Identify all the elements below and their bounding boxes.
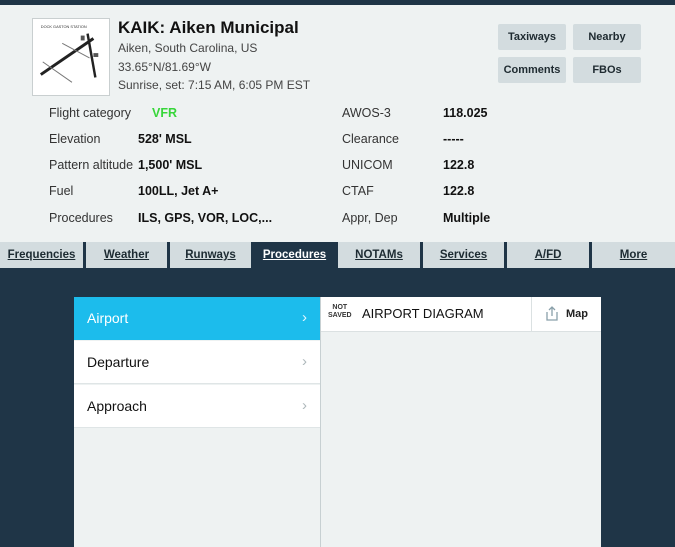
awos-value[interactable]: 118.025 [443,106,488,120]
tab-services[interactable]: Services [423,242,504,268]
not-saved-line-2: SAVED [328,312,352,319]
fuel-value: 100LL, Jet A+ [138,184,219,198]
clearance-label: Clearance [342,132,399,146]
comments-button[interactable]: Comments [498,57,566,83]
taxiways-button[interactable]: Taxiways [498,24,566,50]
pattern-altitude-label: Pattern altitude [49,158,134,172]
appr-dep-value: Multiple [443,211,491,225]
airport-diagram-row[interactable]: NOT SAVED AIRPORT DIAGRAM Map [321,297,601,332]
flight-category-label: Flight category [49,106,131,120]
not-saved-line-1: NOT [332,304,348,311]
tab-weather[interactable]: Weather [86,242,167,268]
procedure-item-departure[interactable]: Departure › [74,341,320,384]
share-icon [546,306,558,321]
procedure-category-list: Airport › Departure › Approach › [74,297,320,547]
airport-diagram-thumbnail[interactable]: DOCK GASTON STATION [32,18,110,96]
ctaf-value[interactable]: 122.8 [443,184,474,198]
chevron-right-icon: › [302,309,307,326]
procedure-document-list: NOT SAVED AIRPORT DIAGRAM Map [320,297,601,547]
flight-category-value: VFR [152,106,177,120]
procedure-item-label: Approach [87,398,147,414]
unicom-label: UNICOM [342,158,393,172]
map-button[interactable]: Map [531,297,601,331]
tab-afd[interactable]: A/FD [507,242,589,268]
chevron-right-icon: › [302,353,307,370]
airport-coordinates: 33.65°N/81.69°W [118,60,211,74]
ctaf-label: CTAF [342,184,374,198]
airport-header: DOCK GASTON STATION KAIK: Aiken Municipa… [0,5,675,242]
elevation-value: 528' MSL [138,132,192,146]
procedure-item-label: Airport [87,310,129,326]
map-label: Map [566,308,588,320]
unicom-value[interactable]: 122.8 [443,158,474,172]
procedure-item-label: Departure [87,354,150,370]
tab-runways[interactable]: Runways [170,242,251,268]
pattern-altitude-value: 1,500' MSL [138,158,203,172]
not-saved-badge: NOT SAVED [328,304,352,320]
tab-more[interactable]: More [592,242,675,268]
elevation-label: Elevation [49,132,101,146]
clearance-value: ----- [443,132,464,146]
airport-title: KAIK: Aiken Municipal [118,18,299,37]
procedures-value: ILS, GPS, VOR, LOC,... [138,211,273,225]
awos-label: AWOS-3 [342,106,391,120]
procedure-item-airport[interactable]: Airport › [74,297,320,340]
sunrise-sunset: Sunrise, set: 7:15 AM, 6:05 PM EST [118,78,311,92]
fuel-label: Fuel [49,184,74,198]
nearby-button[interactable]: Nearby [573,24,641,50]
tab-bar: Frequencies Weather Runways Procedures N… [0,242,675,269]
airport-location: Aiken, South Carolina, US [118,41,258,55]
chevron-right-icon: › [302,397,307,414]
procedure-item-approach[interactable]: Approach › [74,385,320,428]
appr-dep-label: Appr, Dep [342,211,398,225]
fbos-button[interactable]: FBOs [573,57,641,83]
procedures-label: Procedures [49,211,113,225]
tab-procedures[interactable]: Procedures [254,242,335,268]
document-title: AIRPORT DIAGRAM [362,306,484,321]
thumb-caption: DOCK GASTON STATION [41,24,87,29]
tab-frequencies[interactable]: Frequencies [0,242,83,268]
tab-notams[interactable]: NOTAMs [338,242,420,268]
